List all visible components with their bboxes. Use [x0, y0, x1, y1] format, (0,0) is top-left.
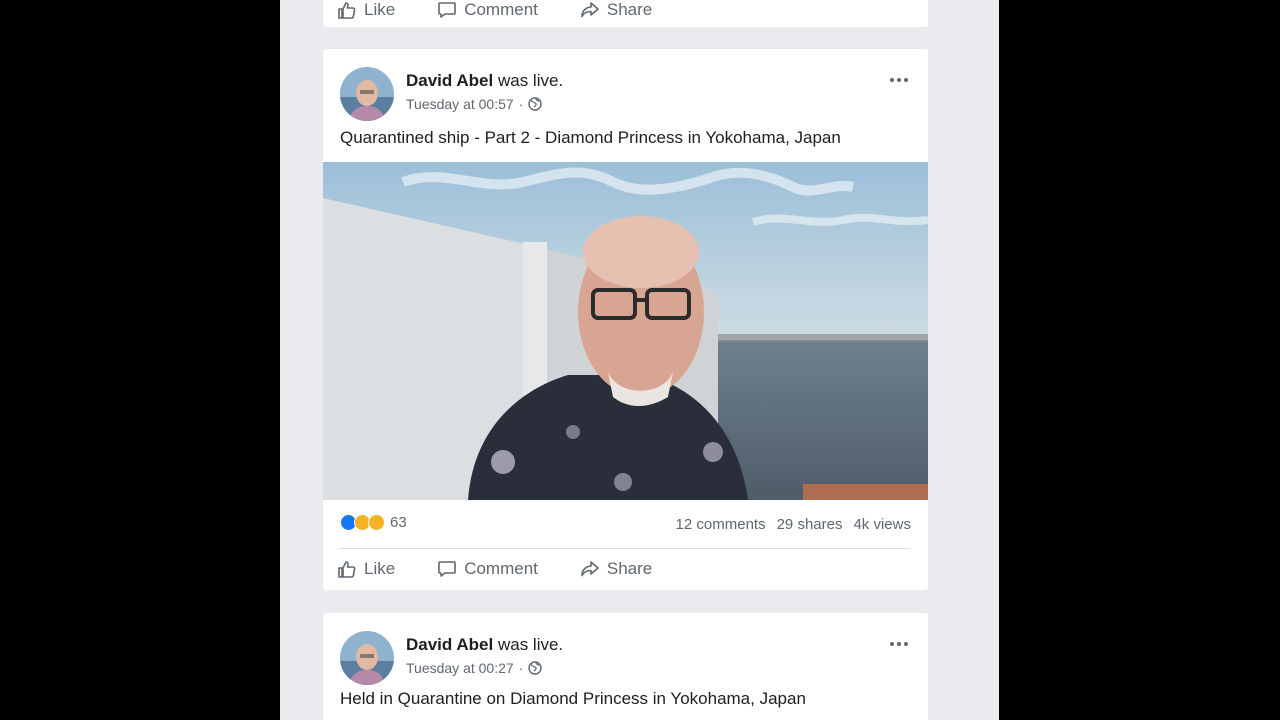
comment-button[interactable]: Comment [437, 0, 538, 20]
post-text: Held in Quarantine on Diamond Princess i… [340, 689, 806, 708]
author-line: David Abel was live. [406, 71, 563, 91]
share-arrow-icon [581, 2, 599, 18]
stats-divider [340, 548, 911, 549]
post-text: Quarantined ship - Part 2 - Diamond Prin… [340, 128, 841, 147]
like-button[interactable]: Like [337, 0, 395, 20]
live-status: was live. [497, 635, 564, 654]
more-options-icon[interactable] [887, 637, 911, 651]
shares-count[interactable]: 29 shares [777, 516, 843, 533]
post-timestamp[interactable]: Tuesday at 00:27 [406, 660, 514, 676]
share-label: Share [606, 0, 653, 19]
post-timestamp[interactable]: Tuesday at 00:57 [406, 96, 514, 112]
reaction-count: 63 [390, 514, 407, 531]
comment-label: Comment [464, 559, 538, 578]
meta-separator: · [518, 660, 524, 676]
previous-post-actions: Like Comment Share [337, 0, 694, 20]
more-options-icon[interactable] [887, 73, 911, 87]
author-line: David Abel was live. [406, 635, 563, 655]
meta-separator: · [518, 96, 524, 112]
post-meta: Tuesday at 00:57 · [406, 96, 543, 112]
post-meta: Tuesday at 00:27 · [406, 660, 543, 676]
post-card: David Abel was live. Tuesday at 00:57 · … [323, 49, 928, 590]
post-header: David Abel was live. Tuesday at 00:57 · [340, 67, 911, 121]
post-stats: 63 12 comments 29 shares 4k views [340, 514, 911, 538]
wow-reaction-icon [368, 514, 385, 531]
share-label: Share [606, 559, 653, 578]
engagement-counts: 12 comments 29 shares 4k views [676, 516, 911, 533]
post-actions: Like Comment Share [337, 559, 694, 579]
news-feed: Like Comment Share David Abel was live. … [280, 0, 999, 720]
speech-bubble-icon [438, 2, 456, 18]
globe-icon [528, 97, 543, 111]
thumbs-up-icon [338, 2, 356, 19]
share-button[interactable]: Share [580, 559, 652, 579]
like-label: Like [364, 559, 396, 578]
post-header: David Abel was live. Tuesday at 00:27 · [340, 631, 911, 685]
reactions-summary[interactable]: 63 [340, 514, 407, 531]
share-button[interactable]: Share [580, 0, 652, 20]
speech-bubble-icon [438, 561, 456, 577]
author-name[interactable]: David Abel [406, 71, 493, 90]
comments-count[interactable]: 12 comments [676, 516, 766, 533]
comment-button[interactable]: Comment [437, 559, 538, 579]
avatar[interactable] [340, 631, 394, 685]
like-button[interactable]: Like [337, 559, 395, 579]
live-video-player[interactable] [323, 162, 928, 500]
views-count: 4k views [853, 516, 911, 533]
author-name[interactable]: David Abel [406, 635, 493, 654]
thumbs-up-icon [338, 561, 356, 578]
share-arrow-icon [581, 561, 599, 577]
live-status: was live. [497, 71, 564, 90]
avatar[interactable] [340, 67, 394, 121]
previous-post-card: Like Comment Share [323, 0, 928, 27]
comment-label: Comment [464, 0, 538, 19]
post-card: David Abel was live. Tuesday at 00:27 · … [323, 613, 928, 720]
globe-icon [528, 661, 543, 675]
like-label: Like [364, 0, 396, 19]
